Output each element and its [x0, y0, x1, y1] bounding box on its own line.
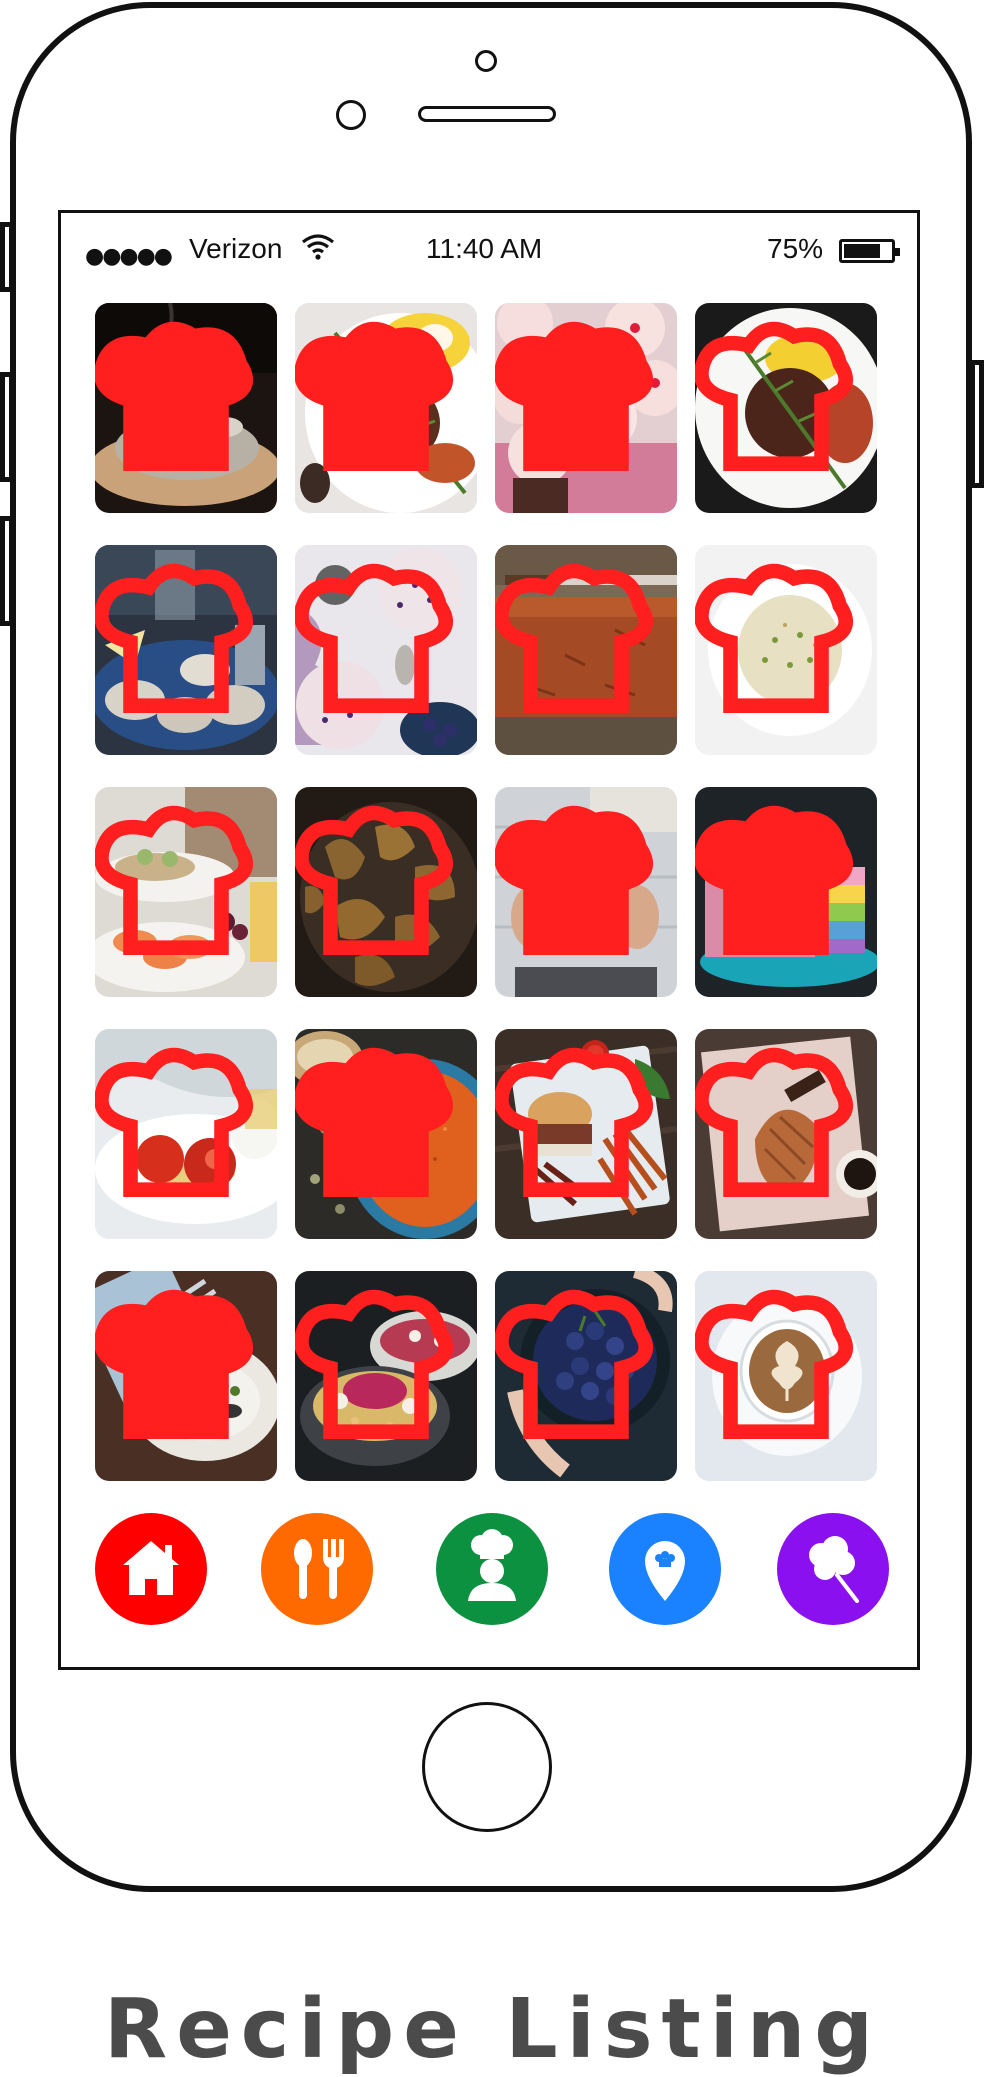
recipe-card[interactable]	[695, 1271, 877, 1481]
recipe-card[interactable]	[95, 303, 277, 513]
recipe-card[interactable]	[695, 545, 877, 755]
favorite-chef-hat-icon[interactable]	[95, 1029, 267, 1231]
recipe-card[interactable]	[95, 1271, 277, 1481]
favorite-chef-hat-icon[interactable]	[295, 1271, 467, 1473]
recipe-card[interactable]	[295, 1271, 477, 1481]
recipe-card[interactable]	[695, 1029, 877, 1239]
favorite-chef-hat-icon[interactable]	[695, 545, 867, 747]
wifi-icon	[302, 234, 334, 260]
recipe-card[interactable]	[95, 545, 277, 755]
spoon-fork-icon	[261, 1513, 373, 1625]
favorite-chef-hat-icon[interactable]	[295, 1029, 467, 1231]
recipe-card[interactable]	[295, 545, 477, 755]
favorite-chef-hat-icon[interactable]	[695, 303, 867, 505]
favorite-chef-hat-icon[interactable]	[495, 303, 667, 505]
favorite-chef-hat-icon[interactable]	[295, 545, 467, 747]
power-button	[970, 360, 984, 488]
favorite-chef-hat-icon[interactable]	[295, 303, 467, 505]
battery-percent: 75%	[767, 233, 824, 264]
mute-switch	[0, 222, 14, 292]
front-camera	[475, 50, 497, 72]
status-bar: ●●●●● Verizon 11:40 AM 75%	[61, 213, 917, 268]
recipe-card[interactable]	[495, 787, 677, 997]
favorite-chef-hat-icon[interactable]	[95, 545, 267, 747]
recipe-card[interactable]	[495, 303, 677, 513]
favorite-chef-hat-icon[interactable]	[95, 303, 267, 505]
favorite-chef-hat-icon[interactable]	[695, 1029, 867, 1231]
cotton-candy-icon	[777, 1513, 889, 1625]
recipe-card[interactable]	[295, 303, 477, 513]
recipe-card[interactable]	[495, 545, 677, 755]
chefs-tab[interactable]	[436, 1513, 548, 1625]
caption-title: Recipe Listing	[104, 1982, 882, 2077]
home-button[interactable]	[422, 1702, 552, 1832]
favorite-chef-hat-icon[interactable]	[495, 1271, 667, 1473]
volume-up-button	[0, 372, 14, 482]
chef-icon	[436, 1513, 548, 1625]
recipe-card[interactable]	[695, 787, 877, 997]
clock: 11:40 AM	[426, 233, 543, 264]
home-tab[interactable]	[95, 1513, 207, 1625]
favorite-chef-hat-icon[interactable]	[295, 787, 467, 989]
signal-strength-icon: ●●●●●	[85, 244, 173, 269]
battery-icon	[839, 239, 900, 263]
recipe-grid	[95, 303, 895, 1481]
recipe-card[interactable]	[295, 787, 477, 997]
desserts-tab[interactable]	[777, 1513, 889, 1625]
recipe-card[interactable]	[95, 1029, 277, 1239]
recipe-card[interactable]	[295, 1029, 477, 1239]
favorite-chef-hat-icon[interactable]	[95, 1271, 267, 1473]
favorite-chef-hat-icon[interactable]	[495, 787, 667, 989]
recipe-card[interactable]	[495, 1029, 677, 1239]
recipe-card[interactable]	[695, 303, 877, 513]
app-screen: ●●●●● Verizon 11:40 AM 75%	[58, 210, 920, 1670]
carrier-name: Verizon	[189, 233, 283, 264]
favorite-chef-hat-icon[interactable]	[695, 1271, 867, 1473]
locations-tab[interactable]	[609, 1513, 721, 1625]
favorite-chef-hat-icon[interactable]	[495, 1029, 667, 1231]
volume-down-button	[0, 516, 14, 626]
recipe-card[interactable]	[495, 1271, 677, 1481]
earpiece-speaker	[418, 106, 556, 122]
location-pin-icon	[609, 1513, 721, 1625]
home-icon	[95, 1513, 207, 1625]
recipes-tab[interactable]	[261, 1513, 373, 1625]
favorite-chef-hat-icon[interactable]	[95, 787, 267, 989]
bottom-nav	[61, 1513, 917, 1633]
proximity-sensor	[336, 100, 366, 130]
recipe-card[interactable]	[95, 787, 277, 997]
favorite-chef-hat-icon[interactable]	[695, 787, 867, 989]
favorite-chef-hat-icon[interactable]	[495, 545, 667, 747]
